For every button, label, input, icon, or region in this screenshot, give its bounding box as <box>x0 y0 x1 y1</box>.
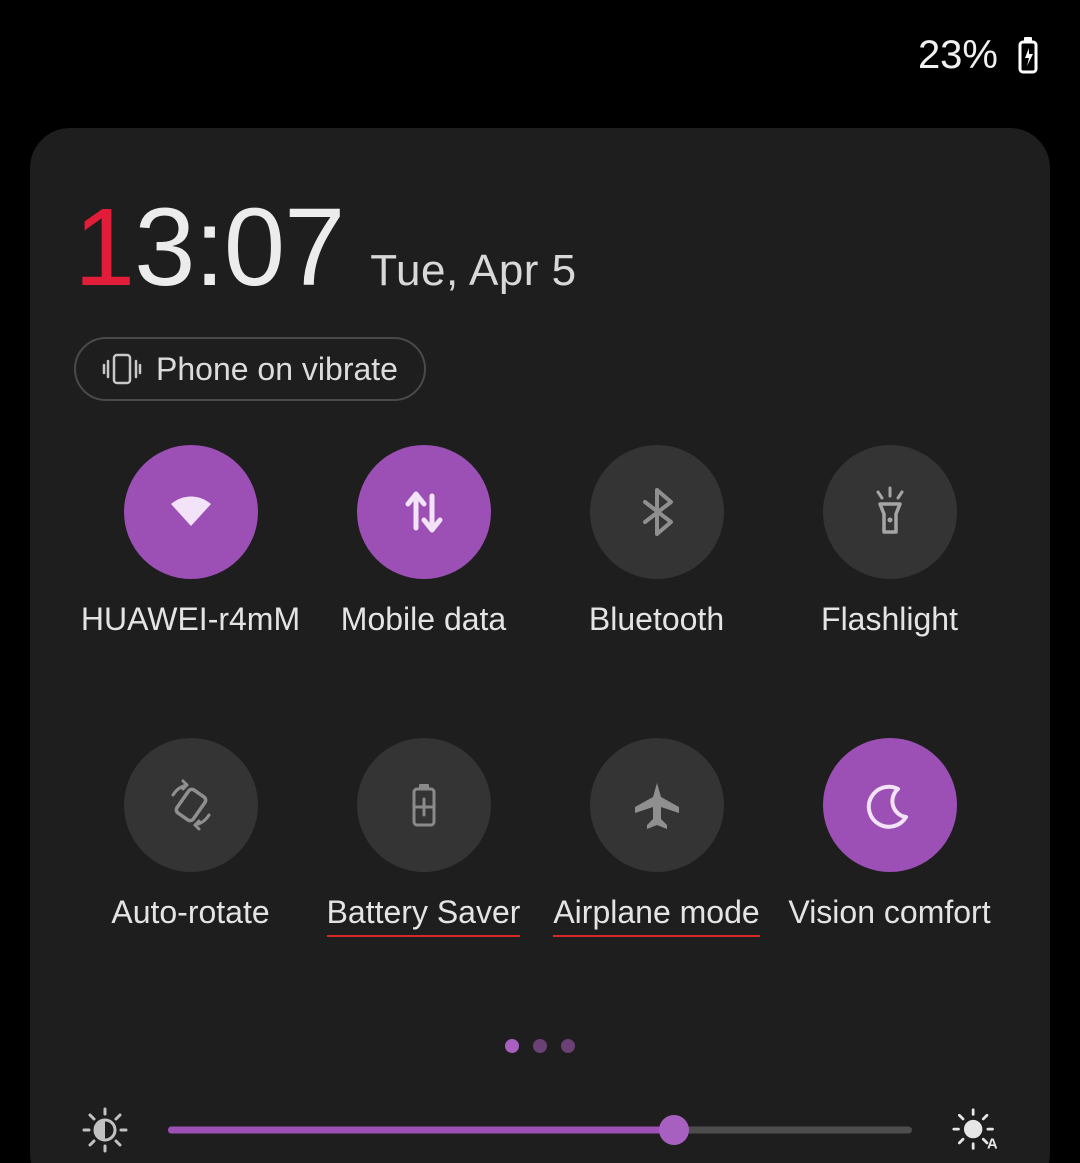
tile-button-mobile-data[interactable] <box>357 445 491 579</box>
wifi-icon <box>161 482 221 542</box>
tile-button-wifi[interactable] <box>124 445 258 579</box>
moon-icon <box>860 775 920 835</box>
vibrate-icon <box>102 349 142 389</box>
battery-charging-icon <box>1014 34 1042 76</box>
tile-label: HUAWEI-r4mM <box>81 601 300 638</box>
rotate-icon <box>161 775 221 835</box>
tile-wifi[interactable]: HUAWEI-r4mM <box>74 445 307 638</box>
tile-mobile-data[interactable]: Mobile data <box>307 445 540 638</box>
status-bar: 23% <box>0 0 1080 110</box>
tile-button-airplane[interactable] <box>590 738 724 872</box>
bluetooth-icon <box>627 482 687 542</box>
pager-dots[interactable] <box>74 1039 1006 1053</box>
mobile-data-icon <box>394 482 454 542</box>
flashlight-icon <box>860 482 920 542</box>
tile-button-vision-comfort[interactable] <box>823 738 957 872</box>
tile-label: Mobile data <box>341 601 506 638</box>
tile-label: Battery Saver <box>327 894 521 931</box>
tile-button-bluetooth[interactable] <box>590 445 724 579</box>
tile-vision-comfort[interactable]: Vision comfort <box>773 738 1006 931</box>
ringer-mode-label: Phone on vibrate <box>156 351 398 388</box>
battery-percentage: 23% <box>918 33 998 78</box>
tile-flashlight[interactable]: Flashlight <box>773 445 1006 638</box>
brightness-row <box>74 1107 1006 1153</box>
clock-time: 13:07 <box>74 184 344 311</box>
tile-button-battery-saver[interactable] <box>357 738 491 872</box>
tile-button-flashlight[interactable] <box>823 445 957 579</box>
pager-dot[interactable] <box>533 1039 547 1053</box>
tile-bluetooth[interactable]: Bluetooth <box>540 445 773 638</box>
clock-date: Tue, Apr 5 <box>370 246 576 296</box>
clock-row[interactable]: 13:07 Tue, Apr 5 <box>74 184 1006 311</box>
brightness-slider-thumb[interactable] <box>659 1115 689 1145</box>
battery-plus-icon <box>394 775 454 835</box>
tile-label: Airplane mode <box>553 894 759 931</box>
tile-battery-saver[interactable]: Battery Saver <box>307 738 540 931</box>
airplane-icon <box>627 775 687 835</box>
pager-dot[interactable] <box>561 1039 575 1053</box>
tile-auto-rotate[interactable]: Auto-rotate <box>74 738 307 931</box>
brightness-low-icon[interactable] <box>82 1107 128 1153</box>
tile-airplane[interactable]: Airplane mode <box>540 738 773 931</box>
brightness-slider[interactable] <box>168 1118 912 1142</box>
tile-button-auto-rotate[interactable] <box>124 738 258 872</box>
quick-settings-panel: 13:07 Tue, Apr 5 Phone on vibrate HUAWEI… <box>30 128 1050 1163</box>
tile-label: Bluetooth <box>589 601 724 638</box>
quick-settings-tiles: HUAWEI-r4mM Mobile data Bluetooth Flashligh… <box>74 445 1006 931</box>
brightness-auto-icon[interactable] <box>952 1107 998 1153</box>
tile-label: Vision comfort <box>788 894 990 931</box>
pager-dot[interactable] <box>505 1039 519 1053</box>
ringer-mode-chip[interactable]: Phone on vibrate <box>74 337 426 401</box>
tile-label: Flashlight <box>821 601 958 638</box>
tile-label: Auto-rotate <box>111 894 269 931</box>
